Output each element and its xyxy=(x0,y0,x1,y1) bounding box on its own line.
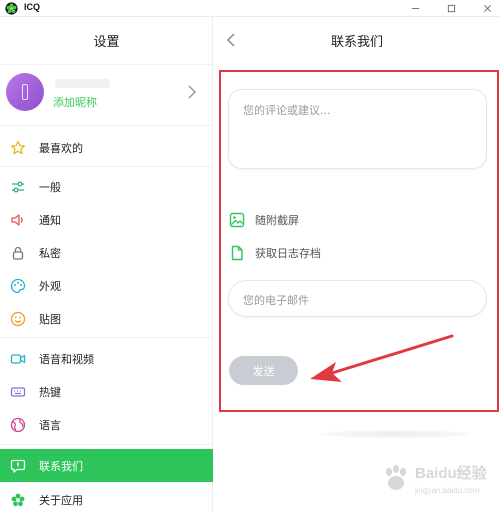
divider xyxy=(0,337,213,338)
sidebar-item-label: 联系我们 xyxy=(39,459,83,473)
sidebar-item-label: 贴图 xyxy=(39,312,61,326)
decorative-shadow xyxy=(320,430,470,438)
star-icon xyxy=(10,140,26,156)
chevron-right-icon[interactable] xyxy=(186,85,198,99)
sidebar-item-stickers[interactable]: 贴图 xyxy=(0,302,213,335)
app-title: ICQ xyxy=(24,2,41,12)
sidebar-item-label: 一般 xyxy=(39,180,61,194)
flower-icon xyxy=(10,492,26,508)
watermark-url: jingyan.baidu.com xyxy=(415,486,480,495)
send-button[interactable]: 发送 xyxy=(229,356,298,385)
sidebar-item-voice-video[interactable]: 语音和视频 xyxy=(0,342,213,375)
get-log-label: 获取日志存档 xyxy=(255,247,321,260)
image-icon xyxy=(229,212,245,228)
sidebar-item-about[interactable]: 关于应用 xyxy=(0,483,213,512)
palette-icon xyxy=(10,278,26,294)
watermark-brand: Baidu经验 xyxy=(415,465,487,482)
title-bar: ICQ xyxy=(0,0,500,17)
lock-icon xyxy=(10,245,26,261)
annotation-arrow xyxy=(310,334,454,382)
avatar[interactable] xyxy=(6,73,44,111)
chat-icon xyxy=(10,458,26,474)
sidebar-item-privacy[interactable]: 私密 xyxy=(0,236,213,269)
sidebar-item-label: 语言 xyxy=(39,418,61,432)
close-icon xyxy=(483,5,491,12)
add-nickname-link[interactable]: 添加昵称 xyxy=(53,94,97,110)
attach-screenshot-label: 随附截屏 xyxy=(255,214,299,227)
comment-textarea[interactable]: 您的评论或建议... xyxy=(228,89,487,169)
profile-card[interactable]: 添加昵称 xyxy=(0,64,213,126)
sidebar-item-hotkeys[interactable]: 热键 xyxy=(0,375,213,408)
profile-id-redacted xyxy=(55,79,110,88)
sidebar-item-contact-us[interactable]: 联系我们 xyxy=(0,449,213,482)
minimize-icon xyxy=(411,8,419,9)
sidebar-item-label: 私密 xyxy=(39,246,61,260)
sidebar-item-label: 最喜欢的 xyxy=(39,141,83,155)
sidebar-item-label: 外观 xyxy=(39,279,61,293)
paw-icon xyxy=(386,465,406,490)
sliders-icon xyxy=(10,179,26,195)
baidu-watermark: Baidu经验 jingyan.baidu.com xyxy=(375,458,495,508)
divider xyxy=(0,444,213,445)
globe-icon xyxy=(10,417,26,433)
sidebar-item-language[interactable]: 语言 xyxy=(0,408,213,441)
sidebar-item-label: 关于应用 xyxy=(39,493,83,507)
close-button[interactable] xyxy=(476,0,498,17)
sidebar-item-general[interactable]: 一般 xyxy=(0,170,213,203)
get-log-option[interactable]: 获取日志存档 xyxy=(229,243,321,263)
sidebar-item-label: 热键 xyxy=(39,385,61,399)
email-placeholder: 您的电子邮件 xyxy=(243,294,309,307)
maximize-icon xyxy=(447,4,455,13)
sidebar-item-label: 通知 xyxy=(39,213,61,227)
email-field[interactable]: 您的电子邮件 xyxy=(228,280,487,317)
sidebar-item-favorites[interactable]: 最喜欢的 xyxy=(0,131,213,164)
divider xyxy=(0,166,213,167)
page-title: 联系我们 xyxy=(330,35,383,50)
sidebar-title: 设置 xyxy=(93,35,120,50)
speaker-icon xyxy=(10,212,26,228)
minimize-button[interactable] xyxy=(404,0,426,17)
sidebar-item-notifications[interactable]: 通知 xyxy=(0,203,213,236)
sidebar-item-label: 语音和视频 xyxy=(39,352,94,366)
sticker-icon xyxy=(10,311,26,327)
settings-sidebar: 设置 添加昵称 最喜欢的 一般 通知 私密 外观 贴图 语音和视频 热键 语言 … xyxy=(0,17,213,512)
attach-screenshot-option[interactable]: 随附截屏 xyxy=(229,210,299,230)
icq-logo xyxy=(5,2,18,15)
document-icon xyxy=(231,245,243,261)
comment-placeholder: 您的评论或建议... xyxy=(243,104,331,117)
maximize-button[interactable] xyxy=(440,0,462,17)
video-icon xyxy=(10,351,26,367)
keyboard-icon xyxy=(10,384,26,400)
sidebar-item-appearance[interactable]: 外观 xyxy=(0,269,213,302)
